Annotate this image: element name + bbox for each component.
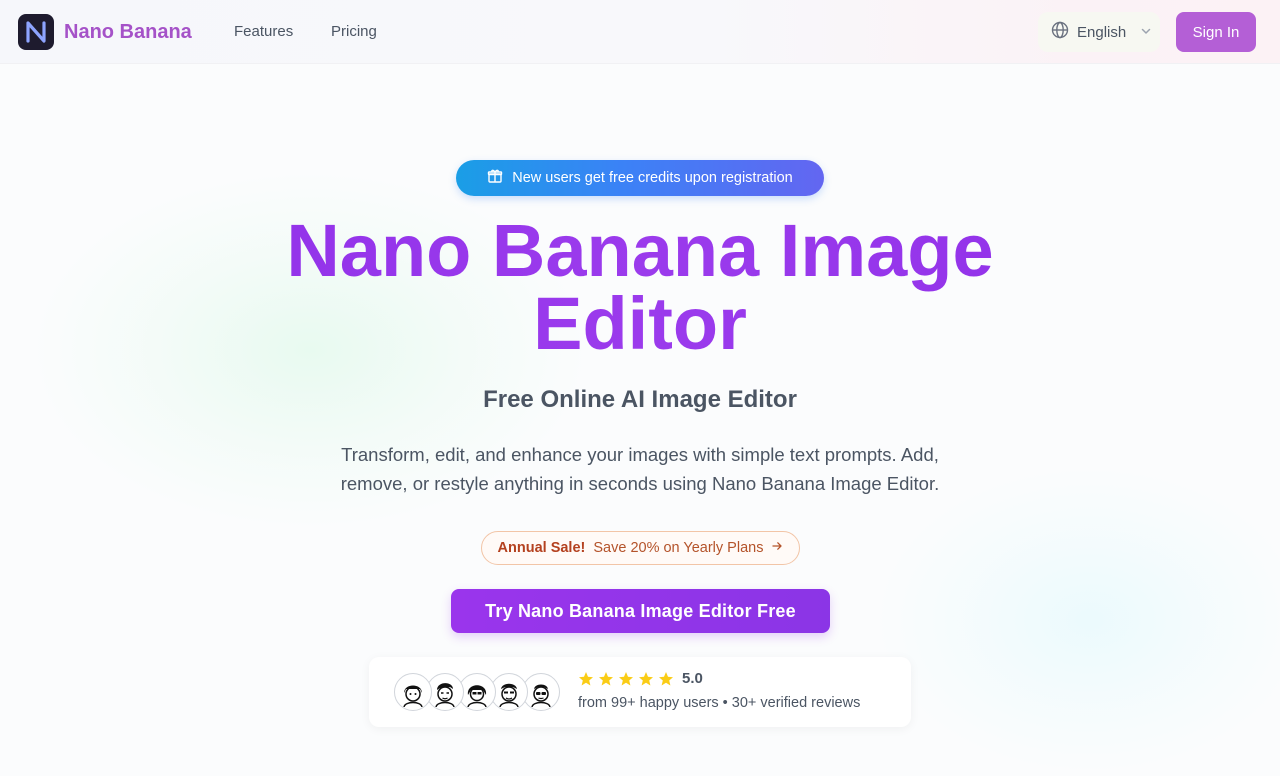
- free-credits-text: New users get free credits upon registra…: [512, 170, 793, 186]
- page-title-line-2: Editor: [533, 282, 747, 365]
- star-icon: [619, 672, 633, 686]
- star-icon: [599, 672, 613, 686]
- star-rating: [578, 671, 674, 687]
- star-icon: [639, 672, 653, 686]
- free-credits-banner[interactable]: New users get free credits upon registra…: [456, 160, 824, 196]
- chevron-down-icon: [1140, 24, 1152, 41]
- language-selector[interactable]: English: [1038, 12, 1160, 52]
- nav-link-features[interactable]: Features: [234, 22, 293, 42]
- globe-icon: [1051, 21, 1069, 43]
- hero-description-line-2: remove, or restyle anything in seconds u…: [340, 473, 940, 494]
- review-summary: from 99+ happy users • 30+ verified revi…: [578, 695, 861, 711]
- page-title-line-1: Nano Banana Image: [286, 209, 994, 292]
- annual-sale-text: Save 20% on Yearly Plans: [593, 540, 764, 556]
- brand-name[interactable]: Nano Banana: [64, 19, 192, 45]
- hero-description-line-1: Transform, edit, and enhance your images…: [341, 444, 939, 465]
- page-title: Nano Banana Image Editor: [240, 214, 1040, 360]
- annual-sale-link[interactable]: Annual Sale! Save 20% on Yearly Plans: [481, 531, 800, 565]
- rating-value: 5.0: [682, 670, 703, 687]
- annual-sale-label: Annual Sale!: [497, 540, 586, 556]
- nav-link-pricing[interactable]: Pricing: [331, 22, 377, 42]
- arrow-right-icon: [771, 540, 783, 556]
- page-subtitle: Free Online AI Image Editor: [483, 386, 797, 413]
- reviews-card: 5.0 from 99+ happy users • 30+ verified …: [369, 657, 911, 727]
- star-icon: [659, 672, 673, 686]
- sign-in-button[interactable]: Sign In: [1176, 12, 1256, 52]
- avatar: [394, 673, 432, 711]
- try-free-button[interactable]: Try Nano Banana Image Editor Free: [451, 589, 830, 633]
- hero-description: Transform, edit, and enhance your images…: [320, 440, 960, 498]
- star-icon: [579, 672, 593, 686]
- logo-icon[interactable]: [18, 14, 54, 50]
- language-label: English: [1077, 23, 1127, 41]
- gift-icon: [487, 168, 503, 188]
- background-glow-right: [880, 470, 1280, 770]
- top-navigation-bar: Nano Banana Features Pricing English Sig…: [0, 0, 1280, 64]
